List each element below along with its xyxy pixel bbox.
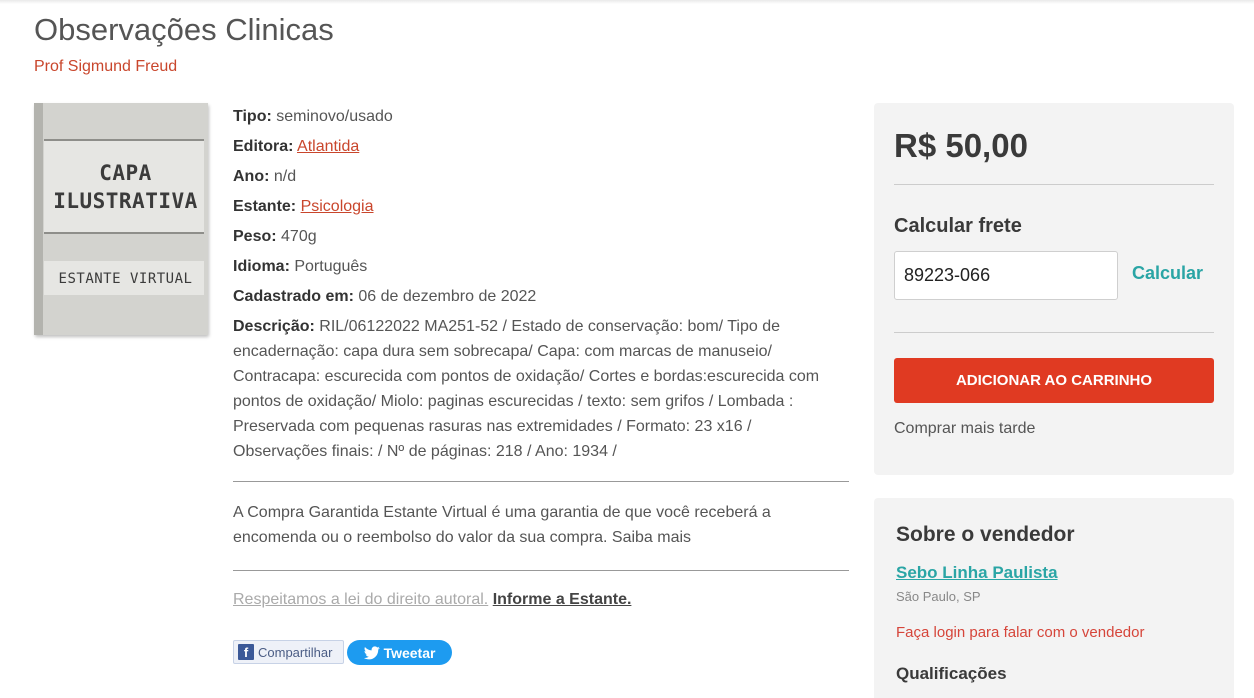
category-link[interactable]: Psicologia xyxy=(301,198,374,215)
price: R$ 50,00 xyxy=(894,127,1028,164)
detail-value: 06 de dezembro de 2022 xyxy=(358,288,537,305)
detail-label: Peso: xyxy=(233,228,277,245)
divider xyxy=(894,184,1214,185)
cover-title-line: CAPA xyxy=(99,161,152,185)
book-details: Tipo: seminovo/usado Editora: Atlantida … xyxy=(233,104,849,464)
divider xyxy=(233,481,849,482)
cover-divider xyxy=(44,139,204,141)
cover-title-text: CAPA ILUSTRATIVA xyxy=(43,159,208,215)
detail-estante: Estante: Psicologia xyxy=(233,194,849,219)
detail-value: n/d xyxy=(273,168,297,185)
detail-label: Editora: xyxy=(233,138,294,155)
tweet-label: Tweetar xyxy=(383,644,436,661)
seller-panel: Sobre o vendedor Sebo Linha Paulista São… xyxy=(874,498,1234,698)
cover-title-line: ILUSTRATIVA xyxy=(53,189,198,213)
author-link[interactable]: Prof Sigmund Freud xyxy=(34,58,177,76)
buy-later-link[interactable]: Comprar mais tarde xyxy=(894,420,1035,438)
detail-label: Cadastrado em: xyxy=(233,288,354,305)
facebook-icon: f xyxy=(238,644,254,660)
purchase-panel: R$ 50,00 Calcular frete Calcular ADICION… xyxy=(874,103,1234,475)
detail-ano: Ano: n/d xyxy=(233,164,849,189)
detail-cadastrado: Cadastrado em: 06 de dezembro de 2022 xyxy=(233,284,849,309)
book-title: Observações Clinicas xyxy=(34,12,334,47)
detail-idioma: Idioma: Português xyxy=(233,254,849,279)
add-to-cart-button[interactable]: ADICIONAR AO CARRINHO xyxy=(894,358,1214,403)
ratings-heading: Qualificações xyxy=(896,664,1007,683)
publisher-link[interactable]: Atlantida xyxy=(297,138,359,155)
detail-peso: Peso: 470g xyxy=(233,224,849,249)
tweet-button[interactable]: Tweetar xyxy=(347,640,452,665)
detail-value: seminovo/usado xyxy=(276,108,393,125)
seller-location: São Paulo, SP xyxy=(896,589,981,604)
cover-spine xyxy=(34,103,43,335)
divider xyxy=(233,570,849,571)
detail-tipo: Tipo: seminovo/usado xyxy=(233,104,849,129)
shipping-heading: Calcular frete xyxy=(894,215,1022,237)
facebook-share-label: Compartilhar xyxy=(258,644,333,660)
cep-input[interactable] xyxy=(894,251,1118,300)
guarantee-text: A Compra Garantida Estante Virtual é uma… xyxy=(233,504,771,546)
book-cover-image: CAPA ILUSTRATIVA ESTANTE VIRTUAL xyxy=(34,103,208,335)
cover-brand-text: ESTANTE VIRTUAL xyxy=(58,271,193,287)
detail-label: Tipo: xyxy=(233,108,272,125)
detail-label: Idioma: xyxy=(233,258,290,275)
detail-descricao: Descrição: RIL/06122022 MA251-52 / Estad… xyxy=(233,314,849,464)
facebook-share-button[interactable]: f Compartilhar xyxy=(233,640,344,664)
twitter-bird-icon xyxy=(363,645,380,659)
detail-label: Descrição: xyxy=(233,318,315,335)
copyright-notice: Respeitamos a lei do direito autoral. In… xyxy=(233,591,631,609)
cover-divider xyxy=(44,232,204,234)
detail-label: Estante: xyxy=(233,198,297,215)
detail-value: 470g xyxy=(281,228,317,245)
copyright-link[interactable]: Respeitamos a lei do direito autoral. xyxy=(233,591,488,608)
login-to-contact-link[interactable]: Faça login para falar com o vendedor xyxy=(896,624,1144,641)
report-link[interactable]: Informe a Estante. xyxy=(493,591,632,608)
divider xyxy=(894,332,1214,333)
seller-name-link[interactable]: Sebo Linha Paulista xyxy=(896,563,1058,583)
description-text: RIL/06122022 MA251-52 / Estado de conser… xyxy=(233,318,820,460)
seller-heading: Sobre o vendedor xyxy=(896,523,1075,546)
detail-value: Português xyxy=(294,258,368,275)
calculate-shipping-link[interactable]: Calcular xyxy=(1132,263,1203,284)
top-shadow xyxy=(0,0,1254,4)
detail-editora: Editora: Atlantida xyxy=(233,134,849,159)
detail-label: Ano: xyxy=(233,168,270,185)
